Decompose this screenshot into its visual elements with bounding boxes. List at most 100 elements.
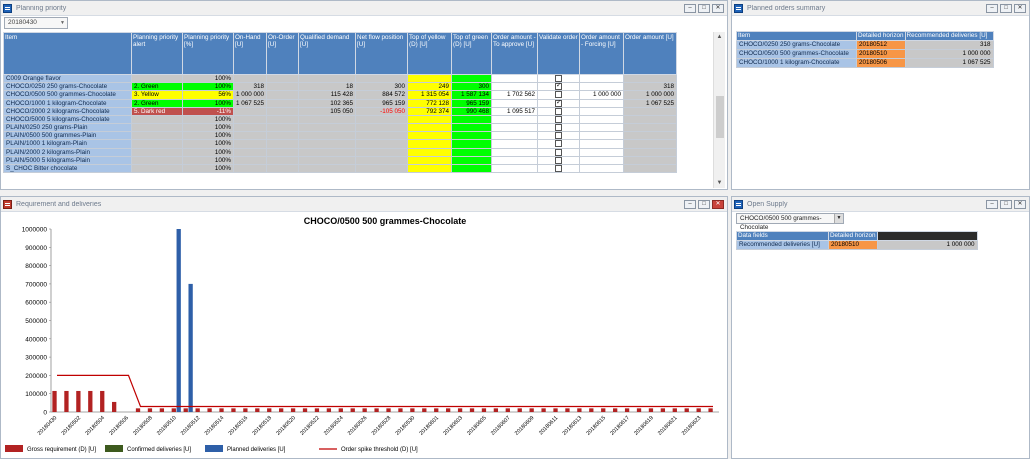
cell-tog[interactable] <box>451 147 493 157</box>
column-header[interactable]: Net flow position [U] <box>355 32 409 75</box>
cell-amount[interactable] <box>623 73 678 84</box>
cell-toy[interactable]: 249 <box>407 82 453 92</box>
cell-amount[interactable] <box>623 163 678 174</box>
column-header[interactable]: On-Order [U] <box>266 32 300 75</box>
cell-toy[interactable]: 1 315 054 <box>407 90 453 100</box>
cell-value[interactable]: 1 067 525 <box>904 58 994 68</box>
close-button[interactable]: ✕ <box>712 199 724 209</box>
cell-onorder[interactable] <box>266 163 300 174</box>
cell-onorder[interactable] <box>266 98 300 108</box>
cell-amount[interactable] <box>623 155 678 165</box>
cell-amount[interactable] <box>623 139 678 149</box>
validate-checkbox[interactable] <box>555 149 563 156</box>
cell-qual[interactable]: 102 365 <box>298 98 357 108</box>
cell-validate[interactable] <box>537 114 581 125</box>
cell-item[interactable]: CHOCO/0250 250 grams-Chocolate <box>736 40 857 50</box>
table-row[interactable]: CHOCO/0250 250 grams-Chocolate 20180512 31… <box>736 40 994 50</box>
cell-validate[interactable] <box>537 139 581 149</box>
cell-approve[interactable] <box>491 98 539 108</box>
cell-pct[interactable]: -11% <box>182 106 234 116</box>
validate-checkbox[interactable] <box>555 91 563 98</box>
column-header[interactable]: Planning priority [%] <box>182 32 234 75</box>
cell-toy[interactable] <box>407 139 453 149</box>
validate-checkbox[interactable] <box>555 75 563 82</box>
column-header[interactable]: Top of yellow (D) [U] <box>407 32 453 75</box>
cell-tog[interactable] <box>451 73 493 84</box>
scrollbar-thumb[interactable] <box>716 96 724 138</box>
cell-nfp[interactable] <box>355 155 409 165</box>
cell-onhand[interactable] <box>232 155 268 165</box>
cell-alert[interactable] <box>131 123 183 133</box>
table-row[interactable]: CHOCO/1000 1 kilogram-Chocolate 2. Green 1… <box>3 98 678 108</box>
cell-tog[interactable] <box>451 155 493 165</box>
scroll-up-icon[interactable]: ▲ <box>714 32 725 42</box>
cell-forcing[interactable] <box>579 106 625 116</box>
cell-qual[interactable]: 115 428 <box>298 90 357 100</box>
column-header[interactable]: Planning priority alert <box>131 32 183 75</box>
validate-checkbox[interactable] <box>555 100 563 107</box>
table-row[interactable]: S_CHOC Bitter chocolate 100% <box>3 163 678 174</box>
cell-tog[interactable]: 990 468 <box>451 106 493 116</box>
maximize-button[interactable]: □ <box>1000 3 1012 13</box>
cell-forcing[interactable] <box>579 131 625 141</box>
cell-item[interactable]: S_CHOC Bitter chocolate <box>3 163 132 174</box>
cell-onhand[interactable] <box>232 139 268 149</box>
cell-item[interactable]: CHOCO/1000 1 kilogram-Chocolate <box>3 98 132 108</box>
cell-nfp[interactable]: 884 572 <box>355 90 409 100</box>
cell-alert[interactable] <box>131 73 183 84</box>
cell-toy[interactable] <box>407 163 453 174</box>
cell-forcing[interactable] <box>579 114 625 125</box>
cell-toy[interactable] <box>407 114 453 125</box>
cell-nfp[interactable] <box>355 114 409 125</box>
cell-tog[interactable] <box>451 114 493 125</box>
table-row[interactable]: C009 Orange flavor 100% <box>3 73 678 84</box>
cell-alert[interactable] <box>131 155 183 165</box>
cell-nfp[interactable]: -105 050 <box>355 106 409 116</box>
table-row[interactable]: PLAIN/2000 2 kilograms-Plain 100% <box>3 147 678 157</box>
cell-forcing[interactable] <box>579 73 625 84</box>
cell-nfp[interactable] <box>355 73 409 84</box>
cell-pct[interactable]: 100% <box>182 82 234 92</box>
cell-item[interactable]: PLAIN/2000 2 kilograms-Plain <box>3 147 132 157</box>
cell-onorder[interactable] <box>266 123 300 133</box>
cell-onorder[interactable] <box>266 73 300 84</box>
cell-pct[interactable]: 100% <box>182 163 234 174</box>
minimize-button[interactable]: – <box>684 199 696 209</box>
cell-item[interactable]: PLAIN/0250 250 grams-Plain <box>3 123 132 133</box>
cell-tog[interactable] <box>451 123 493 133</box>
cell-pct[interactable]: 100% <box>182 155 234 165</box>
cell-date[interactable]: 20180510 <box>828 240 878 250</box>
validate-checkbox[interactable] <box>555 116 563 123</box>
cell-approve[interactable] <box>491 147 539 157</box>
cell-alert[interactable] <box>131 131 183 141</box>
cell-onorder[interactable] <box>266 82 300 92</box>
date-selector[interactable]: 20180430 ▼ <box>4 17 68 29</box>
cell-amount[interactable] <box>623 123 678 133</box>
cell-item[interactable]: PLAIN/0500 500 grammes-Plain <box>3 131 132 141</box>
cell-pct[interactable]: 56% <box>182 90 234 100</box>
cell-field[interactable]: Recommended deliveries [U] <box>736 240 829 250</box>
table-row[interactable]: PLAIN/0500 500 grammes-Plain 100% <box>3 131 678 141</box>
cell-tog[interactable]: 965 159 <box>451 98 493 108</box>
cell-nfp[interactable] <box>355 139 409 149</box>
cell-approve[interactable] <box>491 131 539 141</box>
cell-tog[interactable] <box>451 163 493 174</box>
table-row[interactable]: PLAIN/5000 5 kilograms-Plain 100% <box>3 155 678 165</box>
cell-value[interactable]: 1 000 000 <box>904 49 994 59</box>
cell-validate[interactable] <box>537 131 581 141</box>
cell-date[interactable]: 20180512 <box>856 40 906 50</box>
cell-onhand[interactable]: 1 000 000 <box>232 90 268 100</box>
cell-toy[interactable]: 792 374 <box>407 106 453 116</box>
cell-pct[interactable]: 100% <box>182 147 234 157</box>
cell-validate[interactable] <box>537 106 581 116</box>
cell-item[interactable]: CHOCO/0500 500 grammes-Chocolate <box>736 49 857 59</box>
column-header[interactable]: Top of green (D) [U] <box>451 32 493 75</box>
maximize-button[interactable]: □ <box>1000 199 1012 209</box>
scroll-down-icon[interactable]: ▼ <box>714 178 725 188</box>
cell-amount[interactable]: 1 000 000 <box>623 90 678 100</box>
table-row[interactable]: PLAIN/1000 1 kilogram-Plain 100% <box>3 139 678 149</box>
table-row[interactable]: PLAIN/0250 250 grams-Plain 100% <box>3 123 678 133</box>
cell-alert[interactable] <box>131 139 183 149</box>
table-row[interactable]: CHOCO/2000 2 kilograms-Chocolate 5. Dark … <box>3 106 678 116</box>
cell-value[interactable]: 1 000 000 <box>876 240 978 250</box>
